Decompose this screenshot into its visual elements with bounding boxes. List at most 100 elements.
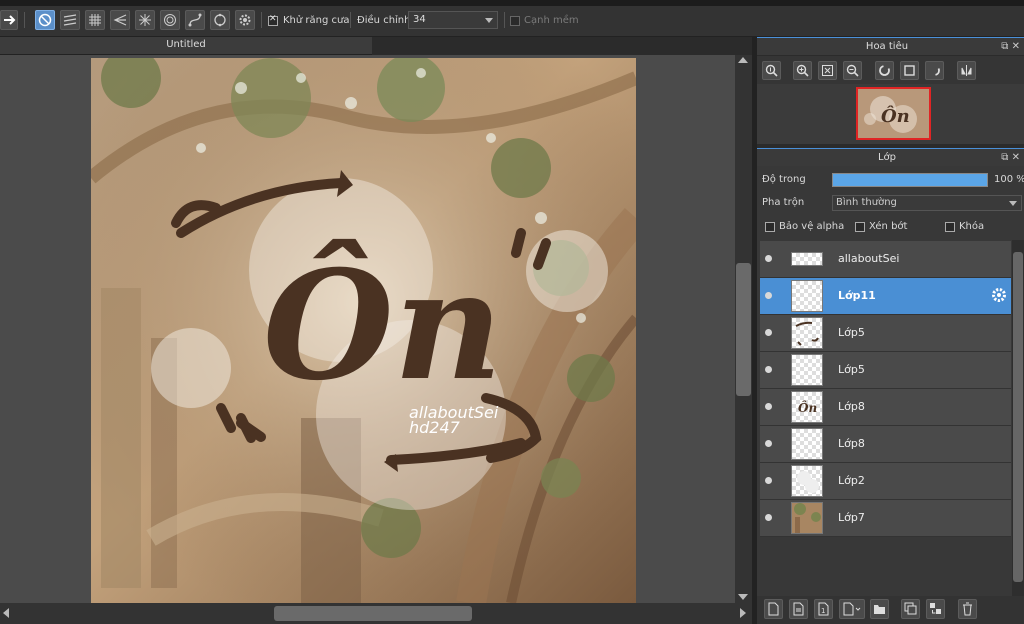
zoom-in-icon[interactable] xyxy=(793,61,812,80)
layer-thumbnail xyxy=(791,317,823,349)
curve-icon[interactable] xyxy=(185,10,205,30)
navigator-toolbar xyxy=(757,56,1024,84)
layers-header: Lớp ⧉ ✕ xyxy=(757,148,1024,166)
layer-thumbnail: Ôn xyxy=(791,391,823,423)
layer-name: Lớp2 xyxy=(838,474,865,487)
new-raster-layer-icon[interactable] xyxy=(789,599,808,619)
scroll-up-icon[interactable] xyxy=(738,57,748,63)
visibility-eye-icon[interactable] xyxy=(765,255,772,262)
zoom-out-icon[interactable] xyxy=(843,61,862,80)
parallel-lines-icon[interactable] xyxy=(60,10,80,30)
layer-thumbnail xyxy=(791,252,823,266)
antialias-checkbox[interactable] xyxy=(268,14,278,26)
visibility-eye-icon[interactable] xyxy=(765,477,772,484)
protect-alpha-checkbox[interactable] xyxy=(765,222,775,232)
antialias-label: Khử răng cưa xyxy=(283,15,350,26)
horizontal-scroll-thumb[interactable] xyxy=(274,606,472,621)
layer-name: Lớp8 xyxy=(838,437,865,450)
opacity-value: 100 % xyxy=(994,174,1024,185)
layers-scroll-thumb[interactable] xyxy=(1013,252,1023,582)
protect-alpha-label: Bảo vệ alpha xyxy=(779,221,845,232)
circle-ruler-icon[interactable] xyxy=(210,10,230,30)
layers-panel-close-icon[interactable]: ⧉ ✕ xyxy=(1001,152,1020,163)
artwork-image: Ôn allaboutSei hd247 xyxy=(91,58,636,603)
fit-screen-icon[interactable] xyxy=(818,61,837,80)
reset-view-icon[interactable] xyxy=(900,61,919,80)
visibility-eye-icon[interactable] xyxy=(765,329,772,336)
blend-label: Pha trộn xyxy=(762,197,805,208)
chevron-down-icon xyxy=(485,18,493,23)
navigator-thumb-text: Ôn xyxy=(881,104,910,127)
layer-row[interactable]: Lớp8 xyxy=(760,426,1011,463)
navigator-title: Hoa tiêu xyxy=(865,41,909,52)
scroll-right-icon[interactable] xyxy=(740,608,746,618)
trash-icon[interactable] xyxy=(958,599,977,619)
artwork-canvas[interactable]: Ôn allaboutSei hd247 xyxy=(91,58,636,603)
perspective-icon[interactable] xyxy=(110,10,130,30)
rotate-right-icon[interactable] xyxy=(925,61,944,80)
flip-horizontal-icon[interactable] xyxy=(957,61,976,80)
panel-close-icon[interactable]: ⧉ ✕ xyxy=(1001,41,1020,52)
folder-icon[interactable] xyxy=(870,599,889,619)
layer-thumb-logo: Ôn xyxy=(798,399,817,415)
layer-thumbnail xyxy=(791,428,823,460)
logo-text: Ôn xyxy=(263,238,503,414)
merge-down-icon[interactable] xyxy=(926,599,945,619)
layer-row[interactable]: Lớp5 xyxy=(760,315,1011,352)
duplicate-layer-icon[interactable] xyxy=(901,599,920,619)
grid-icon[interactable] xyxy=(85,10,105,30)
clipping-checkbox[interactable] xyxy=(855,222,865,232)
adjust-label: Điều chỉnh xyxy=(357,15,411,26)
layers-title: Lớp xyxy=(877,152,897,163)
zoom-actual-icon[interactable] xyxy=(762,61,781,80)
svg-text:1: 1 xyxy=(821,607,825,615)
arrow-right-icon[interactable] xyxy=(0,10,18,30)
new-halftone-layer-icon[interactable]: 1 xyxy=(814,599,833,619)
tab-canvas[interactable]: Untitled xyxy=(0,37,372,55)
layer-name: Lớp8 xyxy=(838,400,865,413)
layer-row[interactable]: allaboutSei xyxy=(760,241,1011,278)
layer-thumbnail xyxy=(791,465,823,497)
lock-label: Khóa xyxy=(959,221,985,232)
navigator-thumbnail[interactable]: Ôn xyxy=(856,87,931,140)
scroll-down-icon[interactable] xyxy=(738,594,748,600)
layer-row[interactable]: Lớp7 xyxy=(760,500,1011,537)
rotate-left-icon[interactable] xyxy=(875,61,894,80)
visibility-eye-icon[interactable] xyxy=(765,366,772,373)
canvas-tab-title: Untitled xyxy=(166,39,206,50)
add-layer-menu-icon[interactable] xyxy=(839,599,865,619)
layer-name: Lớp7 xyxy=(838,511,865,524)
opacity-label: Độ trong xyxy=(762,174,806,185)
visibility-eye-icon[interactable] xyxy=(765,514,772,521)
scroll-left-icon[interactable] xyxy=(3,608,9,618)
layer-thumbnail xyxy=(791,280,823,312)
layer-name: allaboutSei xyxy=(838,252,900,265)
soft-edge-checkbox[interactable] xyxy=(510,16,520,26)
lock-checkbox[interactable] xyxy=(945,222,955,232)
watermark-line2: hd247 xyxy=(409,418,461,437)
vertical-scroll-thumb[interactable] xyxy=(736,263,751,396)
toolbar: Khử răng cưa Điều chỉnh Cạnh mềm xyxy=(0,6,1024,37)
layer-thumbnail xyxy=(791,354,823,386)
layer-name: Lớp5 xyxy=(838,363,865,376)
layer-row[interactable]: Lớp2 xyxy=(760,463,1011,500)
visibility-eye-icon[interactable] xyxy=(765,403,772,410)
blend-mode-select[interactable]: Bình thường xyxy=(832,195,1022,211)
new-layer-icon[interactable] xyxy=(764,599,783,619)
opacity-slider[interactable] xyxy=(832,173,988,187)
chevron-down-icon xyxy=(1009,201,1017,206)
layer-row[interactable]: Lớp11 xyxy=(760,278,1011,315)
layer-row[interactable]: Lớp5 xyxy=(760,352,1011,389)
no-symmetry-icon[interactable] xyxy=(35,10,55,30)
concentric-circles-icon[interactable] xyxy=(160,10,180,30)
radial-lines-icon[interactable] xyxy=(135,10,155,30)
soft-edge-label: Cạnh mềm xyxy=(524,15,579,26)
adjust-value: 34 xyxy=(413,14,426,25)
settings-icon[interactable] xyxy=(235,10,255,30)
adjust-select[interactable]: 34 xyxy=(408,11,498,29)
visibility-eye-icon[interactable] xyxy=(765,440,772,447)
layer-row[interactable]: Ôn Lớp8 xyxy=(760,389,1011,426)
layer-name: Lớp11 xyxy=(838,289,876,302)
visibility-eye-icon[interactable] xyxy=(765,292,772,299)
gear-icon[interactable] xyxy=(990,286,1008,304)
